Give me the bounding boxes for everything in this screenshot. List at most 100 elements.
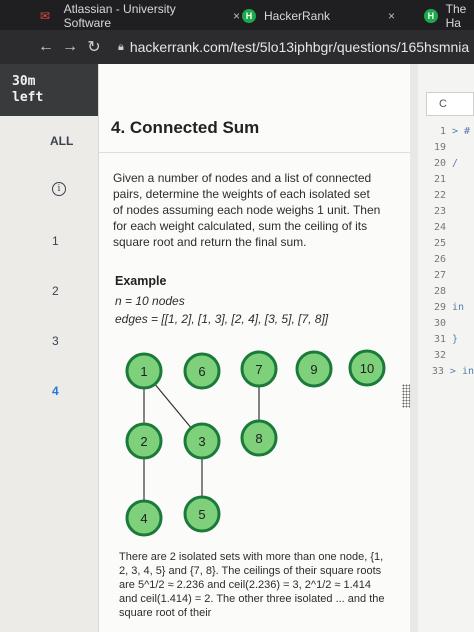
example-heading: Example [115, 274, 167, 288]
graph-node-label: 8 [255, 431, 262, 446]
line-code: in [452, 302, 465, 313]
editor-line[interactable]: 27 [418, 268, 474, 284]
graph-node-label: 4 [140, 511, 147, 526]
line-code: / [452, 158, 459, 169]
line-number: 1 [439, 126, 446, 137]
line-number: 32 [433, 350, 446, 361]
line-code: > in [449, 366, 474, 377]
hackerrank-icon: H [242, 9, 256, 23]
editor-line[interactable]: 20 / [418, 156, 474, 172]
line-number: 24 [433, 222, 446, 233]
editor-line[interactable]: 22 [418, 188, 474, 204]
forward-icon[interactable]: → [58, 38, 82, 56]
browser-tab-atlassian[interactable]: ✉ Atlassian - University Software × [40, 2, 240, 30]
line-number: 28 [433, 286, 446, 297]
editor-line[interactable]: 21 [418, 172, 474, 188]
editor-lines: 1 > # 19 20 / 21 22 23 24 25 26 27 28 29 in 30 31} 32 33 > … [418, 124, 474, 380]
timer-value: 30m [12, 74, 36, 89]
line-number: 23 [433, 206, 446, 217]
editor-line[interactable]: 26 [418, 252, 474, 268]
graph-node-label: 9 [310, 362, 317, 377]
line-number: 29 [433, 302, 446, 313]
reload-icon[interactable]: ↻ [82, 37, 106, 57]
close-icon[interactable]: × [388, 9, 395, 23]
problem-panel: 4. Connected Sum Given a number of nodes… [99, 64, 410, 632]
line-number: 20 [433, 158, 446, 169]
tab-title: The Ha [445, 2, 467, 30]
line-code: } [452, 334, 459, 345]
line-number: 25 [433, 238, 446, 249]
address-bar: ← → ↻ 🔒︎ hackerrank.com/test/5lo13iphbgr… [0, 30, 474, 64]
editor-line[interactable]: 24 [418, 220, 474, 236]
nav-item-all[interactable]: ALL [0, 128, 98, 154]
problem-description: Given a number of nodes and a list of co… [113, 171, 381, 249]
tab-title: Atlassian - University Software [63, 2, 176, 30]
line-number: 22 [433, 190, 446, 201]
back-icon[interactable]: ← [34, 38, 58, 56]
graph-node-label: 1 [140, 364, 147, 379]
editor-line[interactable]: 1 > # [418, 124, 474, 140]
line-number: 27 [433, 270, 446, 281]
divider [99, 152, 410, 153]
example-n: n = 10 nodes [115, 294, 185, 308]
graph-node-label: 5 [198, 507, 205, 522]
line-number: 26 [433, 254, 446, 265]
graph-node-label: 3 [198, 434, 205, 449]
nav-item-3[interactable]: 3 [0, 328, 98, 354]
timer: 30m left [0, 64, 98, 116]
editor-line[interactable]: 29 in [418, 300, 474, 316]
line-number: 30 [433, 318, 446, 329]
example-edges: edges = [[1, 2], [1, 3], [2, 4], [3, 5],… [115, 312, 329, 326]
nav-item-4[interactable]: 4 [0, 378, 98, 404]
info-icon: i [52, 182, 66, 196]
tab-title: HackerRank [264, 9, 331, 23]
editor-line[interactable]: 33 > in [418, 364, 474, 380]
graph-node-label: 7 [255, 362, 262, 377]
resize-handle[interactable] [402, 384, 410, 408]
graph-node-label: 6 [198, 364, 205, 379]
editor-line[interactable]: 19 [418, 140, 474, 156]
nav-item-info[interactable]: i [0, 176, 98, 202]
question-nav: 30m left ALL i 1 2 3 4 [0, 64, 99, 632]
example-explanation: There are 2 isolated sets with more than… [119, 551, 385, 619]
editor-line[interactable]: 32 [418, 348, 474, 364]
url-field[interactable]: hackerrank.com/test/5lo13iphbgr/question… [130, 39, 469, 55]
browser-tab-hackerrank[interactable]: H HackerRank × [242, 4, 432, 28]
hackerrank-icon: H [424, 9, 438, 23]
code-editor[interactable]: C 1 > # 19 20 / 21 22 23 24 25 26 27 28 29 in 30 31} 32 33… [418, 64, 474, 632]
editor-line[interactable]: 23 [418, 204, 474, 220]
gmail-icon: ✉ [40, 9, 51, 23]
graph-node-label: 2 [140, 434, 147, 449]
line-number: 31 [433, 334, 446, 345]
nav-item-1[interactable]: 1 [0, 228, 98, 254]
browser-tab-third[interactable]: H The Ha [424, 2, 474, 30]
panel-divider[interactable] [410, 64, 418, 632]
close-icon[interactable]: × [233, 9, 240, 23]
line-number: 19 [433, 142, 446, 153]
timer-label: left [12, 90, 44, 105]
editor-line[interactable]: 30 [418, 316, 474, 332]
editor-line[interactable]: 31} [418, 332, 474, 348]
browser-tab-bar: ✉ Atlassian - University Software × H Ha… [0, 0, 474, 30]
line-number: 33 [431, 366, 444, 377]
editor-line[interactable]: 28 [418, 284, 474, 300]
editor-line[interactable]: 25 [418, 236, 474, 252]
nav-item-2[interactable]: 2 [0, 278, 98, 304]
language-select[interactable]: C [426, 92, 474, 116]
problem-title: 4. Connected Sum [111, 118, 260, 137]
graph-node-label: 10 [360, 361, 374, 376]
lock-icon: 🔒︎ [118, 40, 124, 53]
line-number: 21 [433, 174, 446, 185]
page: 30m left ALL i 1 2 3 4 4. Connected Sum … [0, 64, 474, 632]
